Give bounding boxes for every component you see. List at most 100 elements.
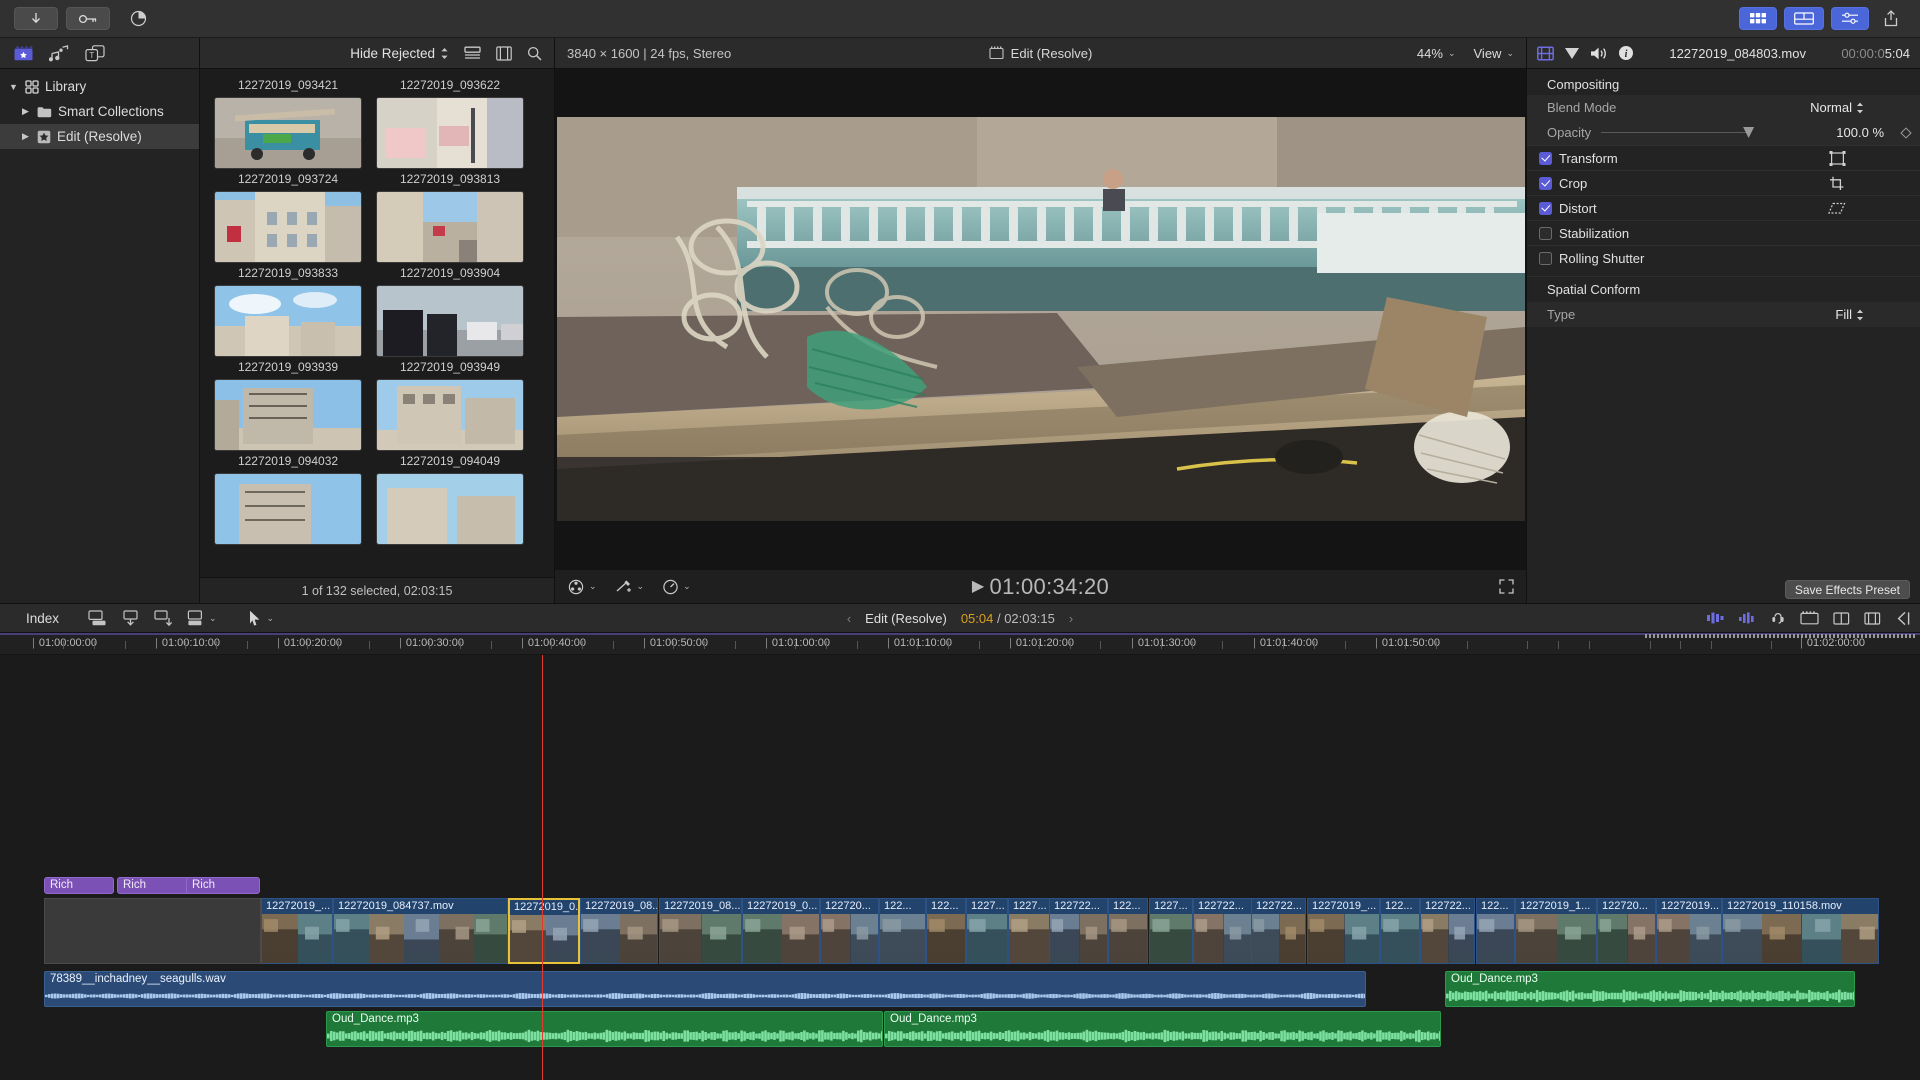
browser-clip-cell[interactable]: 12272019_093813 — [376, 97, 524, 191]
disclosure-triangle-icon[interactable]: ▶ — [20, 106, 31, 117]
browser-toggle-button[interactable] — [1739, 7, 1777, 30]
timeline-audio-clip[interactable]: Oud_Dance.mp3 — [884, 1011, 1441, 1047]
clip-thumbnail[interactable] — [214, 379, 362, 451]
timeline-video-clip[interactable]: 122... — [1476, 898, 1515, 964]
search-icon[interactable] — [527, 46, 542, 61]
solo-icon[interactable] — [1770, 610, 1786, 626]
browser-clip-cell[interactable]: 12272019_093622 — [376, 75, 524, 97]
timeline-video-clip[interactable]: 122... — [879, 898, 926, 964]
effects-button[interactable]: ⌄ — [567, 579, 597, 595]
clip-thumbnail[interactable] — [376, 473, 524, 545]
browser-clip-cell[interactable]: 12272019_093949 — [376, 285, 524, 379]
sidebar-item-edit-resolve[interactable]: ▶ Edit (Resolve) — [0, 124, 199, 149]
timeline-video-clip[interactable]: 12272019_... — [1307, 898, 1380, 964]
audio-meters-icon[interactable] — [1864, 611, 1881, 626]
keyword-editor-button[interactable] — [66, 7, 110, 30]
opacity-row[interactable]: Opacity 100.0 % — [1527, 120, 1920, 145]
keyframe-diamond-icon[interactable] — [1900, 126, 1912, 139]
blend-mode-value-group[interactable]: Normal — [1810, 100, 1910, 115]
chevron-left-icon[interactable]: ‹ — [847, 611, 851, 626]
timeline-audio-clip[interactable]: Oud_Dance.mp3 — [326, 1011, 883, 1047]
browser-clip-cell[interactable]: 12272019_094032 — [214, 379, 362, 473]
timeline-index-button[interactable]: Index — [10, 611, 88, 626]
inspector-toggle-button[interactable] — [1831, 7, 1869, 30]
timeline-video-clip[interactable]: 12272019_0... — [508, 898, 580, 964]
sidebar-item-smart-collections[interactable]: ▶ Smart Collections — [0, 99, 199, 124]
stabilization-row[interactable]: Stabilization — [1527, 220, 1920, 245]
timeline-video-clip[interactable]: 1227... — [1149, 898, 1193, 964]
enhancements-button[interactable]: ⌄ — [662, 579, 691, 595]
timeline-canvas[interactable]: Rich Rich Rich 12272019_... 12272019_084… — [0, 655, 1920, 1080]
title-clip[interactable]: Rich — [186, 877, 260, 894]
titles-generators-icon[interactable]: T — [84, 43, 106, 63]
color-tab-icon[interactable] — [1564, 46, 1580, 61]
crop-checkbox[interactable] — [1539, 176, 1552, 190]
timeline-video-clip[interactable]: 12272019_084737.mov — [333, 898, 508, 964]
video-tab-icon[interactable] — [1537, 45, 1554, 61]
clip-thumbnail[interactable] — [376, 97, 524, 169]
browser-filmstrip-grid[interactable]: 12272019_093421 12272019_093622 12272019… — [200, 69, 554, 577]
blend-mode-row[interactable]: Blend Mode Normal — [1527, 95, 1920, 120]
timeline-video-clip[interactable]: 122722... — [1420, 898, 1475, 964]
sidebar-item-library[interactable]: ▼ Library — [0, 74, 199, 99]
music-notes-icon[interactable] — [48, 43, 70, 63]
view-options-dropdown[interactable]: View ⌄ — [1474, 46, 1515, 61]
background-tasks-button[interactable] — [118, 7, 158, 30]
timeline-video-clip[interactable]: 12272019_08... — [580, 898, 658, 964]
fade-icon[interactable] — [1738, 611, 1756, 625]
timeline-audio-clip[interactable]: Oud_Dance.mp3 — [1445, 971, 1855, 1007]
tool-select-dropdown[interactable]: ⌄ — [249, 610, 274, 626]
zoom-level-dropdown[interactable]: 44% ⌄ — [1417, 46, 1456, 61]
browser-clip-cell[interactable]: 12272019_093939 — [214, 285, 362, 379]
timeline-ruler[interactable]: 01:00:00:00 01:00:10:00 01:00:20:00 01:0… — [0, 633, 1920, 655]
overwrite-dropdown[interactable]: ⌄ — [187, 610, 217, 626]
timeline-gap-clip[interactable] — [44, 898, 261, 964]
clip-thumbnail[interactable] — [376, 285, 524, 357]
timeline-video-clip[interactable]: 122720... — [1597, 898, 1656, 964]
browser-clip-cell[interactable] — [376, 473, 524, 545]
playhead[interactable] — [542, 655, 543, 1080]
timeline-video-clip[interactable]: 1227... — [1008, 898, 1050, 964]
snapping-icon[interactable] — [1833, 611, 1850, 626]
connect-icon[interactable] — [154, 610, 173, 626]
viewer-canvas[interactable] — [555, 69, 1526, 569]
browser-clip-cell[interactable]: 12272019_093904 — [376, 191, 524, 285]
rolling-shutter-checkbox[interactable] — [1539, 251, 1552, 265]
timeline-video-clip[interactable]: 12272019_110158.mov — [1722, 898, 1879, 964]
save-effects-preset-button[interactable]: Save Effects Preset — [1784, 580, 1910, 599]
stabilization-checkbox[interactable] — [1539, 226, 1552, 240]
timeline-video-clip[interactable]: 122... — [926, 898, 966, 964]
transform-checkbox[interactable] — [1539, 151, 1552, 165]
clip-thumbnail[interactable] — [376, 191, 524, 263]
disclosure-triangle-icon[interactable]: ▶ — [20, 131, 31, 142]
timeline-video-clip[interactable]: 122720... — [820, 898, 879, 964]
transform-icon[interactable] — [1829, 150, 1846, 166]
timeline-video-clip[interactable]: 122722... — [1049, 898, 1108, 964]
clip-skimming-icon[interactable] — [1800, 610, 1819, 626]
timeline-toggle-button[interactable] — [1784, 7, 1824, 30]
info-tab-icon[interactable]: i — [1618, 45, 1634, 61]
share-button[interactable] — [1876, 7, 1906, 30]
timeline-video-clip[interactable]: 12272019_08... — [659, 898, 742, 964]
retime-button[interactable]: ⌄ — [615, 579, 644, 595]
distort-icon[interactable] — [1828, 201, 1846, 216]
opacity-slider[interactable] — [1601, 127, 1755, 138]
timeline-video-clip[interactable]: 122722... — [1193, 898, 1252, 964]
slider-knob[interactable] — [1743, 127, 1755, 138]
conform-type-row[interactable]: Type Fill — [1527, 302, 1920, 327]
timeline-audio-clip[interactable]: 78389__inchadney__seagulls.wav — [44, 971, 1366, 1007]
clip-thumbnail[interactable] — [214, 473, 362, 545]
conform-type-value-group[interactable]: Fill — [1835, 307, 1910, 322]
distort-row[interactable]: Distort — [1527, 195, 1920, 220]
timeline-video-clip[interactable]: 122722... — [1251, 898, 1306, 964]
title-clip[interactable]: Rich — [117, 877, 191, 894]
filmstrip-view-icon[interactable] — [496, 45, 512, 61]
clip-thumbnail[interactable] — [214, 285, 362, 357]
timeline-video-clip[interactable]: 12272019_0... — [742, 898, 820, 964]
browser-clip-cell[interactable] — [214, 473, 362, 545]
transform-row[interactable]: Transform — [1527, 145, 1920, 170]
browser-clip-cell[interactable]: 12272019_094049 — [376, 379, 524, 473]
browser-clip-cell[interactable]: 12272019_093421 — [214, 75, 362, 97]
clip-thumbnail[interactable] — [214, 191, 362, 263]
disclosure-triangle-open-icon[interactable]: ▼ — [8, 82, 19, 92]
